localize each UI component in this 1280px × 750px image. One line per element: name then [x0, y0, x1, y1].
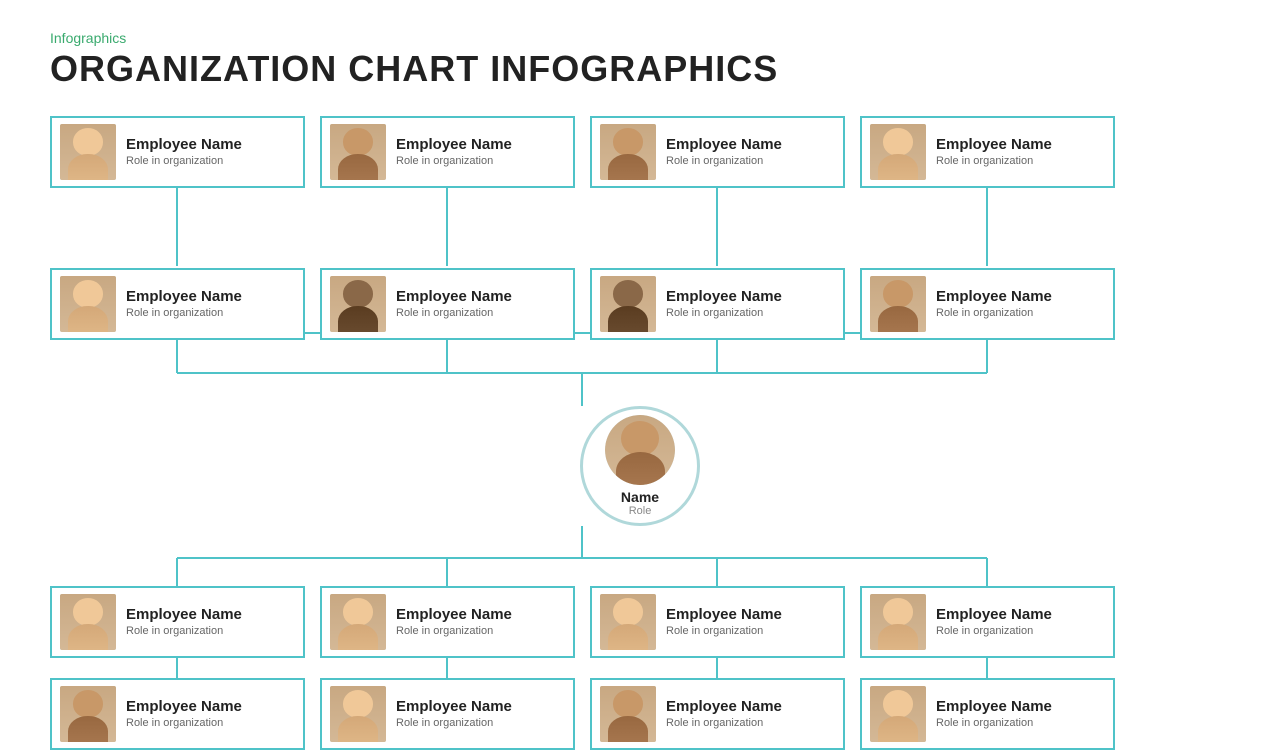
- emp-name: Employee Name: [666, 606, 782, 624]
- avatar: [60, 594, 116, 650]
- infographics-label: Infographics: [50, 30, 1230, 46]
- emp-name: Employee Name: [936, 698, 1052, 716]
- emp-role: Role in organization: [396, 154, 512, 168]
- bot-col3-row0-card: Employee Name Role in organization: [860, 586, 1115, 658]
- emp-role: Role in organization: [126, 716, 242, 730]
- emp-role: Role in organization: [936, 154, 1052, 168]
- top-col0-row1-card: Employee Name Role in organization: [50, 268, 305, 340]
- emp-info: Employee Name Role in organization: [396, 606, 512, 638]
- avatar: [60, 276, 116, 332]
- center-employee-node: Name Role: [580, 406, 700, 526]
- emp-name: Employee Name: [666, 136, 782, 154]
- emp-name: Employee Name: [126, 698, 242, 716]
- emp-info: Employee Name Role in organization: [936, 698, 1052, 730]
- emp-info: Employee Name Role in organization: [666, 606, 782, 638]
- emp-info: Employee Name Role in organization: [126, 288, 242, 320]
- bot-col2-row0-card: Employee Name Role in organization: [590, 586, 845, 658]
- top-col0-row0-card: Employee Name Role in organization: [50, 116, 305, 188]
- emp-info: Employee Name Role in organization: [396, 136, 512, 168]
- emp-name: Employee Name: [396, 698, 512, 716]
- emp-name: Employee Name: [936, 288, 1052, 306]
- emp-name: Employee Name: [396, 606, 512, 624]
- emp-info: Employee Name Role in organization: [936, 136, 1052, 168]
- page: Infographics ORGANIZATION CHART INFOGRAP…: [0, 0, 1280, 720]
- emp-info: Employee Name Role in organization: [396, 698, 512, 730]
- center-role: Role: [629, 505, 652, 517]
- emp-name: Employee Name: [396, 136, 512, 154]
- avatar: [870, 124, 926, 180]
- page-title: ORGANIZATION CHART INFOGRAPHICS: [50, 48, 1230, 90]
- emp-role: Role in organization: [666, 716, 782, 730]
- top-col1-row0-card: Employee Name Role in organization: [320, 116, 575, 188]
- bot-col0-row1-card: Employee Name Role in organization: [50, 678, 305, 750]
- emp-name: Employee Name: [126, 288, 242, 306]
- emp-role: Role in organization: [666, 154, 782, 168]
- avatar: [60, 124, 116, 180]
- avatar: [330, 686, 386, 742]
- emp-info: Employee Name Role in organization: [126, 136, 242, 168]
- center-avatar: [605, 415, 675, 485]
- emp-name: Employee Name: [126, 606, 242, 624]
- emp-name: Employee Name: [666, 288, 782, 306]
- emp-role: Role in organization: [126, 306, 242, 320]
- emp-role: Role in organization: [396, 624, 512, 638]
- top-col3-row1-card: Employee Name Role in organization: [860, 268, 1115, 340]
- emp-name: Employee Name: [126, 136, 242, 154]
- emp-role: Role in organization: [396, 306, 512, 320]
- emp-role: Role in organization: [936, 306, 1052, 320]
- emp-info: Employee Name Role in organization: [666, 288, 782, 320]
- bot-col0-row0-card: Employee Name Role in organization: [50, 586, 305, 658]
- avatar: [600, 276, 656, 332]
- bot-col2-row1-card: Employee Name Role in organization: [590, 678, 845, 750]
- emp-info: Employee Name Role in organization: [666, 698, 782, 730]
- center-name: Name: [621, 489, 659, 505]
- avatar: [870, 686, 926, 742]
- emp-info: Employee Name Role in organization: [126, 698, 242, 730]
- avatar: [600, 124, 656, 180]
- emp-name: Employee Name: [396, 288, 512, 306]
- avatar: [330, 124, 386, 180]
- avatar: [330, 594, 386, 650]
- emp-info: Employee Name Role in organization: [126, 606, 242, 638]
- emp-info: Employee Name Role in organization: [936, 288, 1052, 320]
- avatar: [330, 276, 386, 332]
- avatar: [600, 686, 656, 742]
- top-col1-row1-card: Employee Name Role in organization: [320, 268, 575, 340]
- avatar: [870, 594, 926, 650]
- emp-name: Employee Name: [936, 606, 1052, 624]
- top-col2-row1-card: Employee Name Role in organization: [590, 268, 845, 340]
- bot-col1-row1-card: Employee Name Role in organization: [320, 678, 575, 750]
- emp-role: Role in organization: [126, 624, 242, 638]
- emp-role: Role in organization: [936, 716, 1052, 730]
- bot-col3-row1-card: Employee Name Role in organization: [860, 678, 1115, 750]
- bot-col1-row0-card: Employee Name Role in organization: [320, 586, 575, 658]
- emp-info: Employee Name Role in organization: [936, 606, 1052, 638]
- top-col2-row0-card: Employee Name Role in organization: [590, 116, 845, 188]
- emp-role: Role in organization: [126, 154, 242, 168]
- avatar: [60, 686, 116, 742]
- emp-role: Role in organization: [936, 624, 1052, 638]
- top-col3-row0-card: Employee Name Role in organization: [860, 116, 1115, 188]
- emp-role: Role in organization: [666, 624, 782, 638]
- emp-info: Employee Name Role in organization: [396, 288, 512, 320]
- org-chart: Name Role Employee Name Role in organiza…: [50, 108, 1230, 718]
- emp-role: Role in organization: [396, 716, 512, 730]
- emp-name: Employee Name: [666, 698, 782, 716]
- avatar: [600, 594, 656, 650]
- avatar: [870, 276, 926, 332]
- emp-role: Role in organization: [666, 306, 782, 320]
- emp-info: Employee Name Role in organization: [666, 136, 782, 168]
- emp-name: Employee Name: [936, 136, 1052, 154]
